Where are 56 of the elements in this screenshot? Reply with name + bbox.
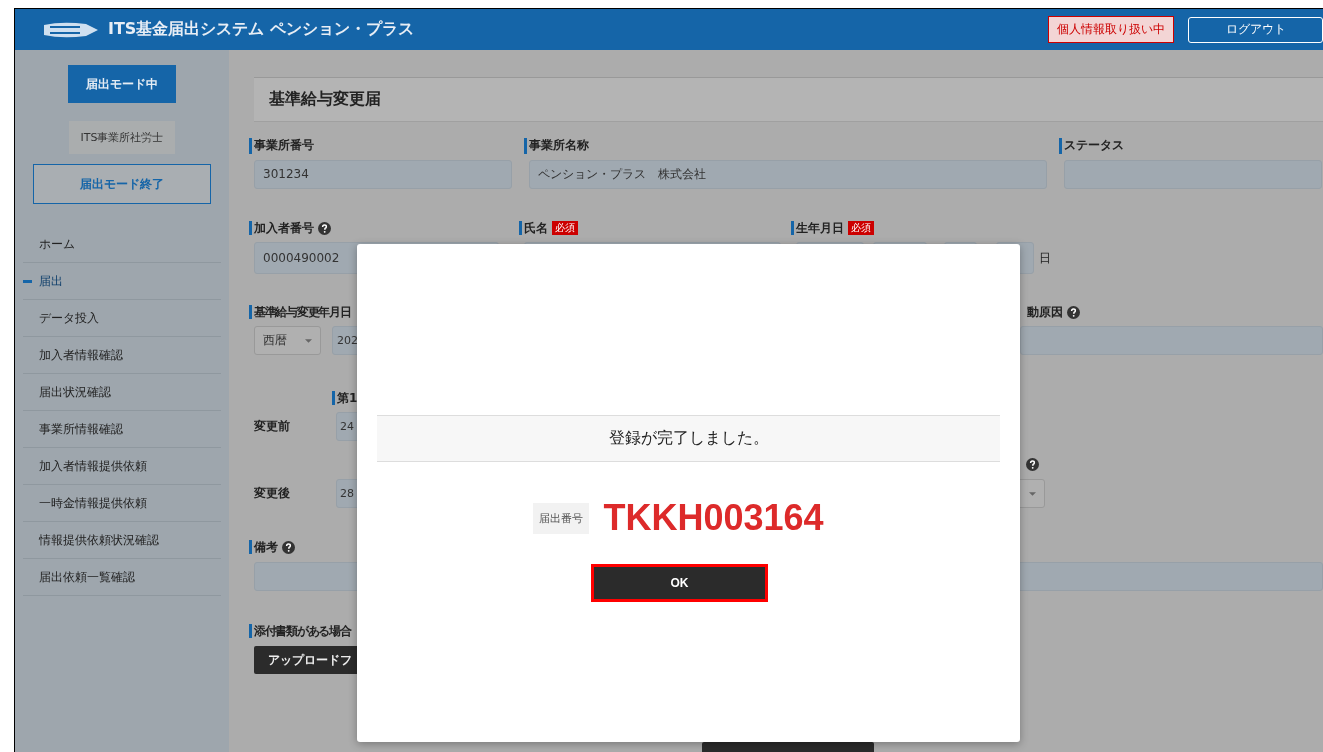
sidebar-item-label: 情報提供依頼状況確認	[39, 532, 159, 548]
sidebar-item-label: 届出状況確認	[39, 384, 111, 400]
app-title: ITS基金届出システム ペンション・プラス	[108, 19, 414, 40]
help-icon	[1067, 305, 1080, 319]
sidebar-item[interactable]: ホーム	[23, 226, 221, 263]
mode-button[interactable]: 届出モード中	[68, 65, 176, 103]
era-dropdown[interactable]: 西暦	[254, 326, 321, 355]
form-title: 基準給与変更届	[269, 89, 381, 110]
sidebar-item-label: 届出	[39, 273, 63, 289]
sidebar-item-label: 届出依頼一覧確認	[39, 569, 135, 585]
sidebar-item[interactable]: 届出依頼一覧確認	[23, 559, 221, 596]
field-label: 事業所名称	[524, 138, 1047, 154]
sidebar-item-label: ホーム	[39, 236, 75, 252]
caret-icon	[1029, 491, 1036, 496]
help-icon	[282, 540, 295, 554]
sidebar-item-label: 加入者情報提供依頼	[39, 458, 147, 474]
sidebar-item-label: 一時金情報提供依頼	[39, 495, 147, 511]
privacy-badge: 個人情報取り扱い中	[1048, 16, 1174, 43]
field-label: 事業所番号	[249, 138, 512, 154]
field-label: 基準給与変更年月日	[249, 305, 351, 319]
field-label: 動原因	[1027, 303, 1063, 321]
sidebar-item[interactable]: 届出状況確認	[23, 374, 221, 411]
field-label: 加入者番号	[249, 221, 314, 235]
logout-button[interactable]: ログアウト	[1188, 16, 1323, 43]
ok-button[interactable]: OK	[591, 564, 768, 602]
logo-icon	[42, 20, 100, 39]
required-badge: 必須	[552, 221, 578, 235]
sidebar-item-label: データ投入	[39, 310, 99, 326]
field-label: 氏名	[519, 221, 548, 235]
field-label: 備考	[249, 540, 278, 554]
number-label: 届出番号	[533, 502, 590, 534]
sidebar-item[interactable]: 情報提供依頼状況確認	[23, 522, 221, 559]
sidebar-item-label: 事業所情報確認	[39, 421, 123, 437]
input-field[interactable]: 301234	[254, 160, 512, 189]
field-label: 添付書類がある場合	[249, 624, 351, 638]
row-label: 変更前	[254, 418, 291, 435]
caret-icon	[305, 338, 312, 343]
sidebar-item-label: 加入者情報確認	[39, 347, 123, 363]
sidebar-item[interactable]: 事業所情報確認	[23, 411, 221, 448]
selection-marker	[23, 279, 32, 283]
day-unit: 日	[1039, 249, 1051, 267]
submission-number: TKKH003164	[603, 497, 824, 539]
help-icon	[318, 221, 331, 235]
required-badge: 必須	[848, 221, 874, 235]
sidebar-item[interactable]: データ投入	[23, 300, 221, 337]
row-label: 変更後	[254, 485, 291, 502]
field-label: ステータス	[1059, 138, 1322, 154]
help-icon	[1026, 458, 1039, 471]
field-label: 生年月日	[791, 221, 844, 235]
sidebar-item[interactable]: 届出	[23, 263, 221, 300]
input-field[interactable]: ペンション・プラス 株式会社	[529, 160, 1047, 189]
dialog-message: 登録が完了しました。	[608, 428, 769, 449]
sidebar-item[interactable]: 一時金情報提供依頼	[23, 485, 221, 522]
sidebar-item[interactable]: 加入者情報確認	[23, 337, 221, 374]
sidebar-item[interactable]: 加入者情報提供依頼	[23, 448, 221, 485]
office-name: ITS事業所社労士	[68, 121, 176, 154]
